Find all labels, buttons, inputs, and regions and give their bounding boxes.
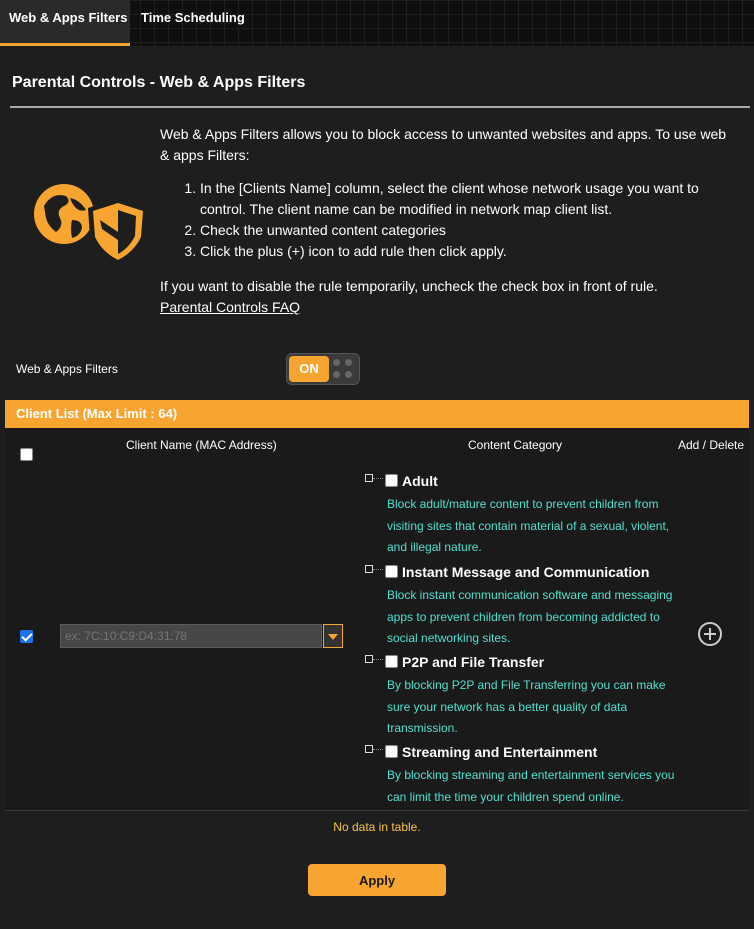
instant-message-checkbox[interactable] [385,565,398,583]
category-desc: By blocking P2P and File Transferring yo… [387,678,666,735]
col-client-name: Client Name (MAC Address) [126,438,277,452]
toggle-state: ON [289,356,329,382]
top-tab-bar: Web & Apps Filters Time Scheduling [0,0,754,46]
toggle-grip-icon [333,359,353,379]
client-list-header: Client List (Max Limit : 64) [5,400,749,428]
category-desc: Block instant communication software and… [387,588,673,645]
page-title: Parental Controls - Web & Apps Filters [12,74,306,91]
step-item: Click the plus (+) icon to add rule then… [200,241,735,262]
p2p-checkbox[interactable] [385,655,398,673]
tree-connector [373,749,383,750]
steps-list: In the [Clients Name] column, select the… [160,178,735,262]
col-add-delete: Add / Delete [678,438,745,452]
tree-connector [373,569,383,570]
filter-toggle-label: Web & Apps Filters [16,362,118,376]
tab-time-scheduling[interactable]: Time Scheduling [141,0,245,46]
category-title: P2P and File Transfer [402,654,545,670]
tree-connector [373,478,383,479]
faq-link[interactable]: Parental Controls FAQ [160,299,300,315]
tree-node-icon [365,474,373,482]
row-enable-checkbox[interactable] [20,630,33,648]
table-column-header: Client Name (MAC Address) Content Catego… [5,428,749,462]
col-content-category: Content Category [468,438,563,452]
category-title: Adult [402,473,438,489]
parental-control-globe-shield-icon [34,184,148,266]
table-row: Adult Block adult/mature content to prev… [5,462,749,811]
tree-node-icon [365,655,373,663]
mac-address-input[interactable] [60,624,322,648]
apply-button[interactable]: Apply [308,864,446,896]
category-instant-message: Instant Message and Communication Block … [365,563,672,650]
description-block: Web & Apps Filters allows you to block a… [160,124,735,318]
main-panel: Parental Controls - Web & Apps Filters W… [0,46,754,929]
filter-toggle-switch[interactable]: ON [286,353,360,385]
category-desc: By blocking streaming and entertainment … [387,768,675,804]
note-text: If you want to disable the rule temporar… [160,278,658,294]
add-rule-plus-icon[interactable] [698,622,722,646]
category-p2p: P2P and File Transfer By blocking P2P an… [365,653,666,740]
empty-table-message: No data in table. [333,820,421,834]
client-dropdown-button[interactable] [323,624,343,648]
category-adult: Adult Block adult/mature content to prev… [365,472,669,559]
streaming-checkbox[interactable] [385,745,398,763]
tree-node-icon [365,565,373,573]
category-desc: Block adult/mature content to prevent ch… [387,497,670,554]
step-item: In the [Clients Name] column, select the… [200,178,735,220]
tree-connector [373,659,383,660]
adult-checkbox[interactable] [385,474,398,492]
category-title: Streaming and Entertainment [402,744,598,760]
tree-node-icon [365,745,373,753]
tab-web-apps-filters[interactable]: Web & Apps Filters [0,0,130,46]
intro-text: Web & Apps Filters allows you to block a… [160,126,727,163]
title-divider [10,106,750,108]
step-item: Check the unwanted content categories [200,220,735,241]
category-streaming: Streaming and Entertainment By blocking … [365,743,674,808]
category-title: Instant Message and Communication [402,564,650,580]
